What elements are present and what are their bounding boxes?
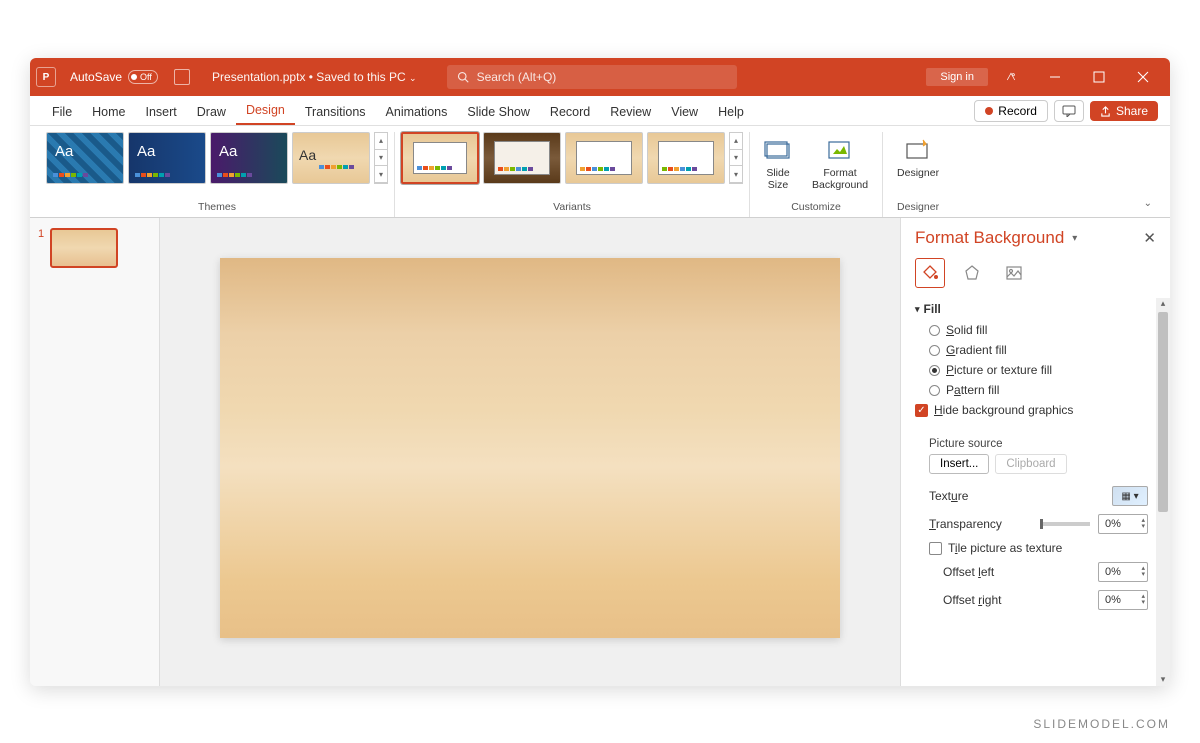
search-input[interactable]: Search (Alt+Q) [447,65,737,89]
ribbon-tabs: File Home Insert Draw Design Transitions… [30,96,1170,126]
offset-right-input[interactable]: 0%▴▾ [1098,590,1148,610]
offset-left-input[interactable]: 0%▴▾ [1098,562,1148,582]
theme-option[interactable]: Aa [210,132,288,184]
tab-file[interactable]: File [42,99,82,125]
pane-title: Format Background [915,228,1064,248]
transparency-row: Transparency 0%▴▾ [915,510,1162,538]
slide-size-button[interactable]: Slide Size [756,132,800,195]
record-dot-icon [985,107,993,115]
theme-option[interactable]: Aa [292,132,370,184]
format-background-icon [826,136,854,164]
search-placeholder: Search (Alt+Q) [477,70,557,84]
pattern-fill-radio[interactable]: Pattern fill [915,380,1162,400]
autosave-label: AutoSave [70,70,122,84]
picture-fill-radio[interactable]: Picture or texture fill [915,360,1162,380]
theme-option[interactable]: Aa [46,132,124,184]
theme-option[interactable]: Aa [128,132,206,184]
designer-button[interactable]: Designer [889,132,947,184]
group-label: Customize [791,199,841,217]
comments-button[interactable] [1054,100,1084,122]
transparency-slider[interactable] [1040,522,1090,526]
slide-canvas-area [160,218,900,686]
texture-picker-button[interactable]: ▦ ▾ [1112,486,1148,506]
collapse-ribbon-button[interactable]: ⌄ [1136,190,1160,217]
tab-help[interactable]: Help [708,99,754,125]
group-label: Designer [897,199,939,217]
variants-group: ▴▾▾ Variants [395,132,750,217]
tab-review[interactable]: Review [600,99,661,125]
tab-view[interactable]: View [661,99,708,125]
close-button[interactable] [1122,58,1164,96]
chevron-down-icon[interactable]: ▾ [1072,233,1077,244]
designer-icon [904,136,932,164]
offset-right-row: Offset right 0%▴▾ [915,586,1162,614]
tab-animations[interactable]: Animations [376,99,458,125]
hide-graphics-checkbox[interactable]: ✓Hide background graphics [915,400,1162,420]
solid-fill-radio[interactable]: Solid fill [915,320,1162,340]
fill-section-header[interactable]: Fill [915,298,1162,320]
transparency-input[interactable]: 0%▴▾ [1098,514,1148,534]
format-background-pane: Format Background ▾ ✕ Fill Solid fill Gr… [900,218,1170,686]
document-title[interactable]: Presentation.pptx • Saved to this PC ⌄ [212,70,417,84]
variant-option[interactable] [401,132,479,184]
tab-insert[interactable]: Insert [136,99,187,125]
tab-design[interactable]: Design [236,97,295,125]
clipboard-button: Clipboard [995,454,1066,474]
themes-group: Aa Aa Aa Aa ▴▾▾ Themes [40,132,395,217]
gradient-fill-radio[interactable]: Gradient fill [915,340,1162,360]
slide-thumbnails-panel: 1 [30,218,160,686]
variants-more-button[interactable]: ▴▾▾ [729,132,743,184]
title-bar: P AutoSave Off Presentation.pptx • Saved… [30,58,1170,96]
tile-checkbox[interactable]: Tile picture as texture [915,538,1162,558]
themes-more-button[interactable]: ▴▾▾ [374,132,388,184]
fill-tab-icon[interactable] [915,258,945,288]
tab-record[interactable]: Record [540,99,600,125]
slide-thumbnail[interactable] [50,228,118,268]
designer-group: Designer Designer [883,132,953,217]
variant-option[interactable] [647,132,725,184]
close-pane-button[interactable]: ✕ [1143,229,1156,247]
ribbon-body: Aa Aa Aa Aa ▴▾▾ Themes ▴▾▾ Variants [30,126,1170,218]
maximize-button[interactable] [1078,58,1120,96]
autosave-toggle[interactable]: AutoSave Off [70,70,158,84]
effects-tab-icon[interactable] [957,258,987,288]
texture-row: Texture ▦ ▾ [915,482,1162,510]
tab-home[interactable]: Home [82,99,135,125]
record-button[interactable]: Record [974,100,1048,122]
format-background-button[interactable]: Format Background [804,132,876,195]
insert-picture-button[interactable]: Insert... [929,454,989,474]
coming-soon-icon[interactable] [990,58,1032,96]
toggle-switch[interactable]: Off [128,70,158,84]
pane-scrollbar[interactable]: ▴ ▾ [1156,298,1170,686]
slide-canvas[interactable] [220,258,840,638]
picture-tab-icon[interactable] [999,258,1029,288]
slide-number: 1 [38,228,44,240]
slide-size-icon [764,136,792,164]
powerpoint-icon: P [36,67,56,87]
offset-left-row: Offset left 0%▴▾ [915,558,1162,586]
group-label: Themes [198,199,236,217]
save-icon[interactable] [174,69,190,85]
variant-option[interactable] [565,132,643,184]
share-button[interactable]: Share [1090,101,1158,121]
watermark: SLIDEMODEL.COM [1033,717,1170,731]
variant-option[interactable] [483,132,561,184]
signin-button[interactable]: Sign in [926,68,988,86]
minimize-button[interactable] [1034,58,1076,96]
tab-draw[interactable]: Draw [187,99,236,125]
picture-source-label: Picture source [915,430,1162,454]
tab-slideshow[interactable]: Slide Show [457,99,540,125]
group-label: Variants [553,199,591,217]
customize-group: Slide Size Format Background Customize [750,132,883,217]
tab-transitions[interactable]: Transitions [295,99,376,125]
search-icon [457,71,469,83]
